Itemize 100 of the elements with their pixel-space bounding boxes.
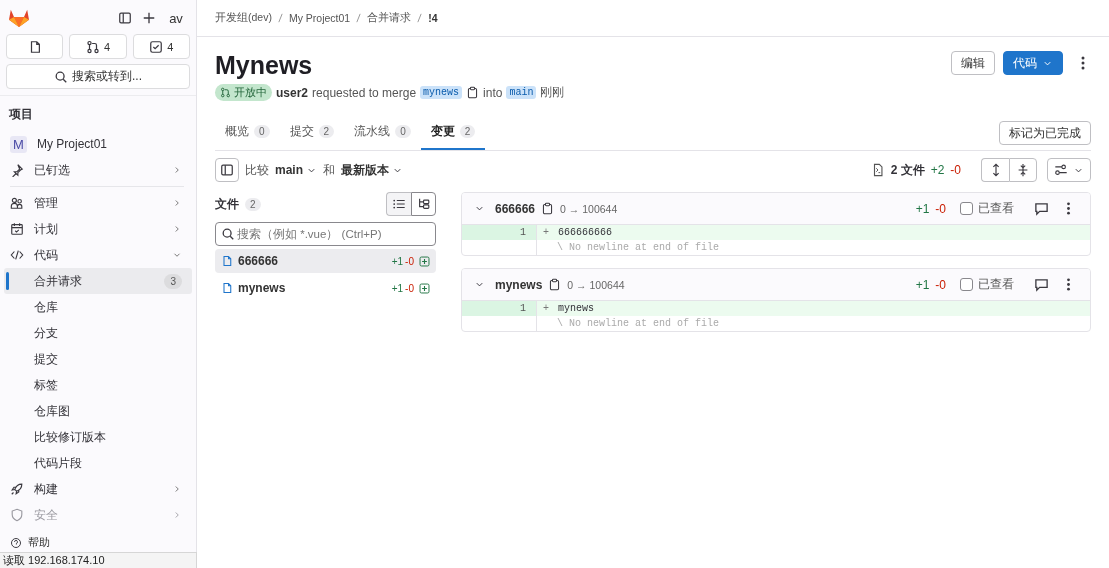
copy-icon[interactable] <box>541 202 555 215</box>
line-number: 1 <box>462 301 537 316</box>
panel-icon <box>220 163 234 177</box>
tab[interactable]: 提交 2 <box>279 123 345 150</box>
list-view-button[interactable] <box>386 192 411 216</box>
meta-text: into <box>483 85 503 100</box>
tab[interactable]: 流水线 0 <box>344 123 421 150</box>
expand-all-button[interactable] <box>981 158 1009 182</box>
search-icon <box>54 69 68 84</box>
file-name-link[interactable]: mynews <box>495 277 543 292</box>
rocket-icon <box>10 482 24 496</box>
added-count: +2 <box>930 163 945 177</box>
added-file-icon <box>419 282 430 294</box>
section-title: 项目 <box>8 106 34 123</box>
settings-icon <box>1054 163 1068 177</box>
code-dropdown-button[interactable]: 代码 <box>1003 51 1063 75</box>
page-title: Mynews <box>215 51 314 80</box>
nav-subitem[interactable]: 仓库图 <box>4 398 192 424</box>
file-item[interactable]: mynews +1 -0 <box>215 276 436 300</box>
added-file-icon <box>419 255 430 267</box>
nav-subitem[interactable]: 分支 <box>4 320 192 346</box>
copy-icon[interactable] <box>466 86 480 99</box>
line-number: 1 <box>462 225 537 240</box>
branch-name[interactable]: main <box>506 86 537 99</box>
nav-subitem[interactable]: 比较修订版本 <box>4 424 192 450</box>
counter-button[interactable]: 4 <box>132 34 190 59</box>
no-newline-note: \ No newline at end of file <box>556 241 720 255</box>
file-item[interactable]: 666666 +1 -0 <box>215 249 436 273</box>
file-name-link[interactable]: 666666 <box>495 201 536 216</box>
viewed-checkbox[interactable] <box>960 202 973 215</box>
tab[interactable]: 变更 2 <box>420 123 486 150</box>
breadcrumb-link[interactable]: My Project01 <box>288 12 351 24</box>
nav-item[interactable]: 管理 <box>4 190 192 216</box>
compare-label: 和 <box>323 161 335 179</box>
diff-settings-button[interactable] <box>1047 158 1091 182</box>
timestamp: 刚刚 <box>540 84 565 101</box>
added-count: +1 <box>915 277 930 292</box>
breadcrumb-separator-icon <box>277 13 283 23</box>
base-version-dropdown[interactable]: main <box>275 163 317 177</box>
merge-request-icon <box>220 87 231 98</box>
users-icon <box>10 196 24 210</box>
nav-subitem[interactable]: 提交 <box>4 346 192 372</box>
counter-button[interactable] <box>6 34 64 59</box>
calendar-icon <box>10 222 24 236</box>
mark-done-button[interactable]: 标记为已完成 <box>999 121 1091 145</box>
search-button[interactable]: 搜索或转到... <box>6 64 190 89</box>
no-newline-note: \ No newline at end of file <box>556 317 720 331</box>
count-badge: 2 <box>245 197 261 211</box>
file-search-field[interactable]: 搜索（例如 *.vue） (Ctrl+P) <box>215 222 436 246</box>
file-mode: 0 → 100644 <box>567 278 625 291</box>
nav-subitem[interactable]: 代码片段 <box>4 450 192 476</box>
removed-count: -0 <box>935 201 946 216</box>
comment-icon[interactable] <box>1034 277 1049 292</box>
nav-item[interactable]: 构建 <box>4 476 192 502</box>
project-link[interactable]: M My Project01 <box>4 131 192 157</box>
project-avatar: M <box>10 135 27 153</box>
merge-request-icon <box>85 39 100 54</box>
help-link[interactable]: 帮助 <box>10 535 50 550</box>
status-bar: 读取 192.168.174.10 <box>0 552 197 568</box>
nav-item[interactable]: 代码 <box>4 242 192 268</box>
status-badge: 开放中 <box>215 84 272 101</box>
plus-icon[interactable] <box>142 11 156 25</box>
code-line: 666666666 <box>558 226 613 240</box>
sidebar-toggle-icon[interactable] <box>118 11 132 25</box>
fox-logo[interactable] <box>8 8 30 28</box>
nav-subitem[interactable]: 仓库 <box>4 294 192 320</box>
file-count: 2 文件 <box>890 161 925 179</box>
files-heading: 文件 <box>215 195 239 213</box>
copy-icon[interactable] <box>548 278 562 291</box>
meta-text: requested to merge <box>312 85 417 100</box>
nav-item[interactable]: 计划 <box>4 216 192 242</box>
author-link[interactable]: user2 <box>276 85 309 100</box>
edit-button[interactable]: 编辑 <box>951 51 995 75</box>
branch-name[interactable]: mynews <box>420 86 463 99</box>
counter-button[interactable]: 4 <box>69 34 127 59</box>
viewed-label: 已查看 <box>978 200 1014 217</box>
added-count: +1 <box>915 201 930 216</box>
diff-sign: + <box>543 302 549 316</box>
toggle-file-browser-button[interactable] <box>215 158 239 182</box>
user-avatar[interactable]: av <box>166 10 186 26</box>
checkbox-icon <box>149 39 164 54</box>
code-line: mynews <box>558 302 595 316</box>
breadcrumb-separator-icon <box>356 13 362 23</box>
breadcrumb-link[interactable]: 开发组(dev) <box>215 11 272 25</box>
viewed-checkbox[interactable] <box>960 278 973 291</box>
search-icon <box>221 227 235 241</box>
nav-subitem[interactable]: 标签 <box>4 372 192 398</box>
tree-view-button[interactable] <box>411 192 436 216</box>
help-icon <box>10 536 22 549</box>
list-icon <box>392 197 406 211</box>
nav-subitem[interactable]: 合并请求 3 <box>4 268 192 294</box>
nav-item[interactable]: 已钉选 <box>4 157 192 183</box>
head-version-dropdown[interactable]: 最新版本 <box>341 161 403 179</box>
comment-icon[interactable] <box>1034 201 1049 216</box>
collapse-all-button[interactable] <box>1009 158 1037 182</box>
breadcrumb-link[interactable]: 合并请求 <box>367 11 412 25</box>
tab[interactable]: 概览 0 <box>215 123 280 150</box>
breadcrumb-link[interactable]: !4 <box>428 12 438 24</box>
viewed-label: 已查看 <box>978 276 1014 293</box>
compare-label: 比较 <box>245 161 269 179</box>
